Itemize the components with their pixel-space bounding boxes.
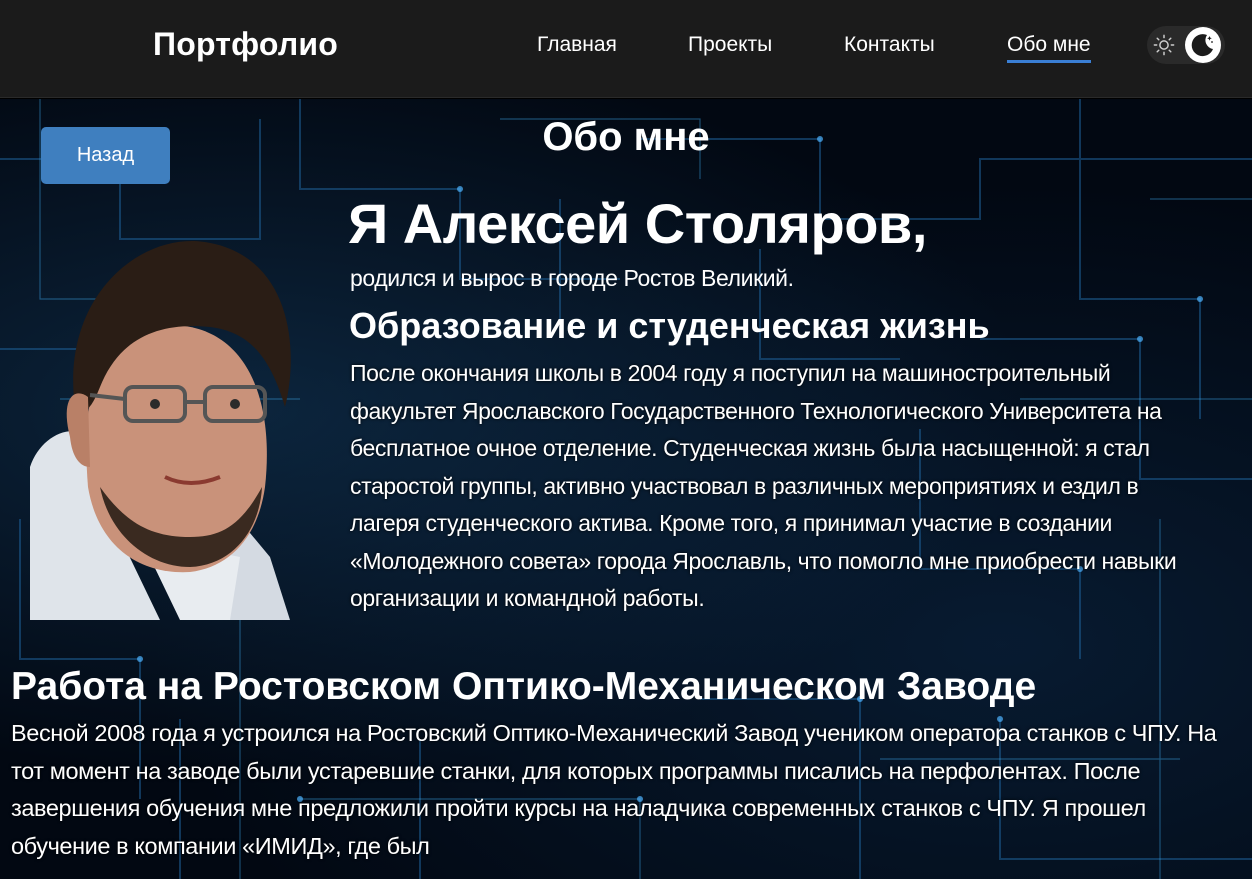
work-text: Весной 2008 года я устроился на Ростовск… [11, 720, 1217, 859]
nav-link-about[interactable]: Обо мне [1007, 33, 1091, 63]
toggle-knob [1185, 27, 1221, 63]
hero-name: Я Алексей Столяров, [348, 192, 927, 255]
top-navbar: Портфолио Главная Проекты Контакты Обо м… [0, 0, 1252, 98]
moon-icon [1191, 34, 1213, 57]
education-text: После окончания школы в 2004 году я пост… [350, 360, 1177, 611]
about-content: Назад Обо мне Я Алексей Столяров, родилс… [0, 99, 1252, 879]
nav-link-contacts[interactable]: Контакты [844, 33, 935, 57]
nav-link-projects[interactable]: Проекты [688, 33, 772, 57]
nav-link-home[interactable]: Главная [537, 33, 617, 57]
work-heading: Работа на Ростовском Оптико-Механическом… [11, 665, 1037, 708]
portrait-photo [30, 240, 291, 620]
hero-subtitle: родился и вырос в городе Ростов Великий. [350, 265, 794, 291]
theme-toggle[interactable] [1147, 26, 1225, 64]
page-title: Обо мне [542, 115, 710, 159]
site-brand[interactable]: Портфолио [153, 26, 338, 63]
education-heading: Образование и студенческая жизнь [349, 305, 990, 346]
sun-icon [1153, 34, 1175, 56]
